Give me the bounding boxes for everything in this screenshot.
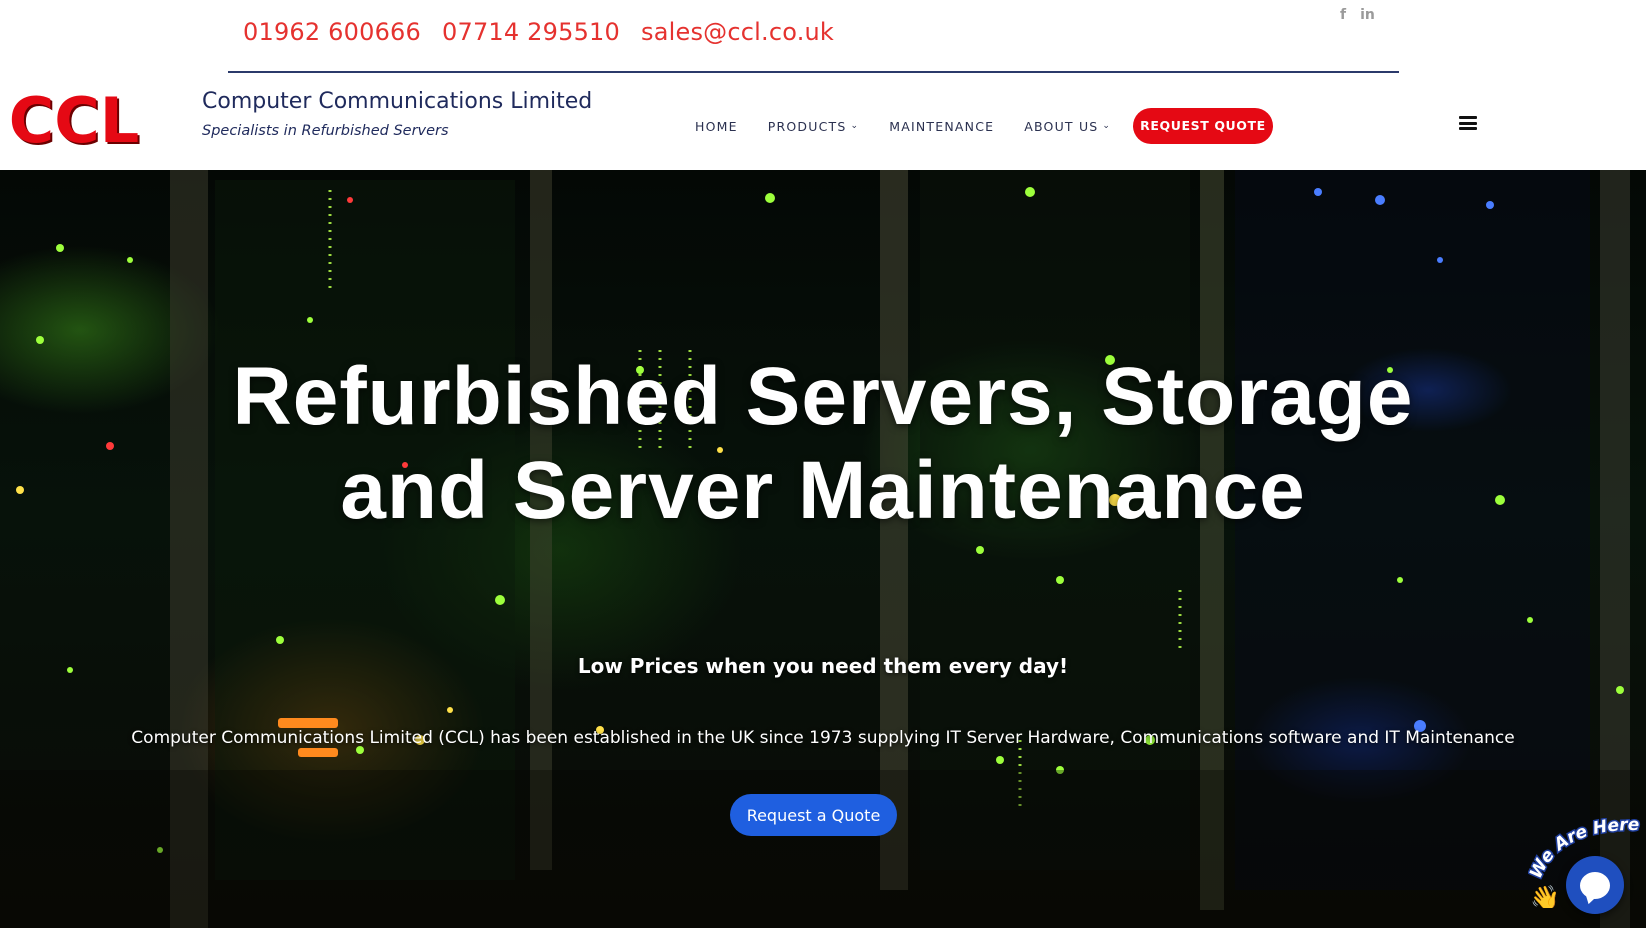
hero-section: Refurbished Servers, Storage and Server … [0, 170, 1646, 928]
hamburger-line [1459, 121, 1477, 125]
waving-hand-icon: 👋 [1530, 885, 1560, 908]
nav-home[interactable]: HOME [695, 119, 738, 134]
hero-heading-line-1: Refurbished Servers, Storage [232, 351, 1414, 442]
company-name[interactable]: Computer Communications Limited [202, 89, 592, 114]
hero-description: Computer Communications Limited (CCL) ha… [131, 728, 1515, 748]
social-links: f in [1340, 7, 1375, 23]
chevron-down-icon: ⌄ [1102, 121, 1112, 131]
hamburger-line [1459, 127, 1477, 130]
email-link[interactable]: sales@ccl.co.uk [641, 18, 834, 46]
linkedin-icon[interactable]: in [1360, 7, 1375, 23]
phone-link-2[interactable]: 07714 295510 [442, 18, 620, 46]
nav-about-us[interactable]: ABOUT US ⌄ [1024, 119, 1111, 134]
ccl-logo[interactable]: CCL CCL [8, 90, 144, 154]
main-nav: HOME PRODUCTS ⌄ MAINTENANCE ABOUT US ⌄ R… [695, 108, 1273, 144]
hero-heading-line-2: and Server Maintenance [340, 445, 1306, 536]
request-quote-button[interactable]: REQUEST QUOTE [1133, 108, 1273, 144]
header-divider [228, 71, 1399, 73]
hamburger-line [1459, 116, 1477, 119]
contact-links: 01962 600666 07714 295510 sales@ccl.co.u… [243, 18, 834, 46]
nav-products-label: PRODUCTS [767, 118, 847, 134]
site-header: CCL CCL Computer Communications Limited … [0, 80, 1646, 170]
nav-about-label: ABOUT US [1024, 118, 1099, 134]
nav-products[interactable]: PRODUCTS ⌄ [768, 119, 860, 134]
hero-heading: Refurbished Servers, Storage and Server … [0, 350, 1646, 538]
hero-subtitle: Low Prices when you need them every day! [577, 654, 1069, 678]
company-tagline: Specialists in Refurbished Servers [202, 123, 449, 139]
top-contact-bar: 01962 600666 07714 295510 sales@ccl.co.u… [0, 0, 1646, 80]
hamburger-icon[interactable] [1459, 116, 1477, 130]
chat-bubble-glyph [1580, 871, 1610, 899]
nav-maintenance[interactable]: MAINTENANCE [889, 119, 994, 134]
facebook-icon[interactable]: f [1340, 7, 1346, 23]
nav-home-label: HOME [695, 118, 738, 134]
phone-link-1[interactable]: 01962 600666 [243, 18, 421, 46]
request-a-quote-button[interactable]: Request a Quote [730, 794, 897, 836]
chat-icon[interactable] [1566, 856, 1624, 914]
chevron-down-icon: ⌄ [850, 121, 860, 131]
nav-maintenance-label: MAINTENANCE [889, 118, 995, 134]
logo-text: CCL [9, 90, 140, 154]
